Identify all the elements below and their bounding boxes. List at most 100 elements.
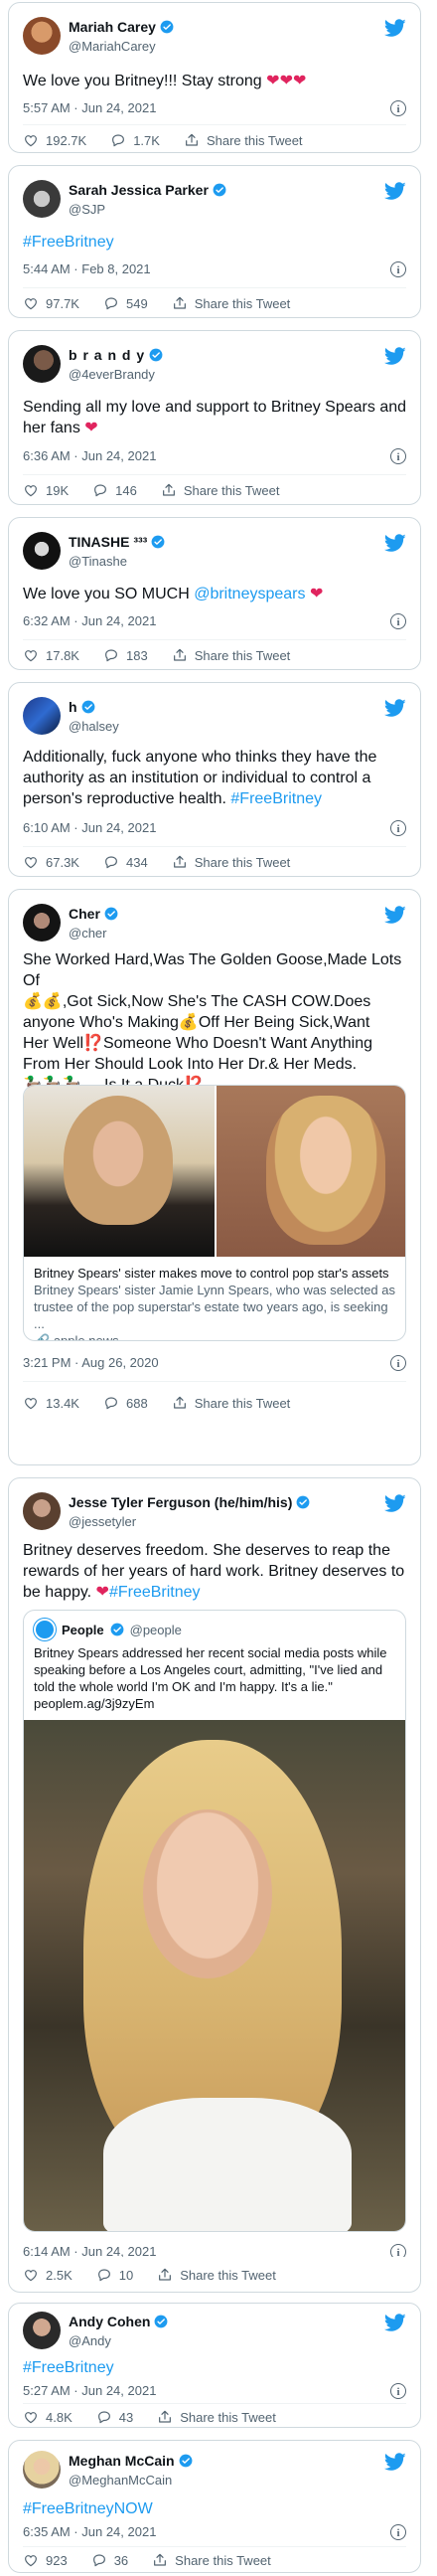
avatar[interactable] [23,532,61,570]
info-icon[interactable]: i [390,613,406,629]
author-handle[interactable]: @MeghanMcCain [69,2473,193,2488]
author-handle[interactable]: @Andy [69,2333,168,2348]
hashtag-link[interactable]: #FreeBritney [230,790,322,807]
twitter-bird-icon[interactable] [384,345,406,367]
author-name[interactable]: Jesse Tyler Ferguson (he/him/his) [69,1494,310,1510]
avatar[interactable] [23,345,61,383]
like-button[interactable]: 2.5K [23,2267,73,2283]
quoted-author-name[interactable]: People [62,1623,104,1637]
author-name[interactable]: Andy Cohen [69,2314,168,2329]
tweet-card[interactable]: Meghan McCain @MeghanMcCain #FreeBritney… [8,2440,421,2573]
info-icon[interactable]: i [390,261,406,277]
info-icon[interactable]: i [390,2383,406,2399]
reply-button[interactable]: 36 [91,2552,128,2568]
reply-button[interactable]: 434 [103,854,148,870]
link-preview-card[interactable]: Britney Spears' sister makes move to con… [23,1085,406,1341]
avatar[interactable] [23,1492,61,1530]
hashtag-link[interactable]: #FreeBritney [109,1584,201,1601]
tweet-card[interactable]: b r a n d y @4everBrandy Sending all my … [8,330,421,505]
author-name-text[interactable]: h [69,699,77,715]
author-name[interactable]: Cher [69,906,118,922]
info-icon[interactable]: i [390,448,406,464]
quoted-tweet[interactable]: People @people Britney Spears addressed … [23,1610,406,2232]
author-name-text[interactable]: Meghan McCain [69,2453,175,2469]
like-button[interactable]: 19K [23,482,69,498]
info-icon[interactable]: i [390,1355,406,1371]
mention-link[interactable]: @britneyspears [194,586,305,602]
timestamp[interactable]: 5:44 AM · Feb 8, 2021 [23,261,151,276]
share-button[interactable]: Share this Tweet [157,2267,276,2283]
like-button[interactable]: 13.4K [23,1395,79,1411]
avatar[interactable] [23,2451,61,2489]
reply-button[interactable]: 10 [96,2267,133,2283]
timestamp[interactable]: 6:32 AM · Jun 24, 2021 [23,613,156,628]
like-button[interactable]: 923 [23,2552,68,2568]
twitter-bird-icon[interactable] [384,17,406,39]
tweet-card[interactable]: Mariah Carey @MariahCarey We love you Br… [8,2,421,153]
avatar[interactable] [23,2312,61,2349]
quoted-author-handle[interactable]: @people [130,1623,182,1637]
tweet-card[interactable]: Andy Cohen @Andy #FreeBritney 5:27 AM · … [8,2303,421,2428]
info-icon[interactable]: i [390,2524,406,2540]
author-name[interactable]: Sarah Jessica Parker [69,182,226,198]
timestamp[interactable]: 5:57 AM · Jun 24, 2021 [23,100,156,115]
author-name-text[interactable]: Mariah Carey [69,19,156,35]
author-handle[interactable]: @Tinashe [69,554,165,569]
avatar[interactable] [23,17,61,55]
share-button[interactable]: Share this Tweet [172,1395,290,1411]
reply-button[interactable]: 183 [103,647,148,663]
author-handle[interactable]: @jessetyler [69,1514,310,1529]
author-handle[interactable]: @4everBrandy [69,367,163,382]
author-name-text[interactable]: Jesse Tyler Ferguson (he/him/his) [69,1494,292,1510]
author-name[interactable]: h [69,699,95,715]
avatar[interactable] [23,697,61,735]
info-icon[interactable]: i [390,100,406,116]
tweet-card[interactable]: h @halsey Additionally, fuck anyone who … [8,682,421,877]
timestamp[interactable]: 6:36 AM · Jun 24, 2021 [23,448,156,463]
reply-button[interactable]: 1.7K [110,132,160,148]
twitter-bird-icon[interactable] [384,904,406,926]
author-handle[interactable]: @cher [69,926,118,941]
author-name-text[interactable]: Andy Cohen [69,2314,150,2329]
timestamp[interactable]: 5:27 AM · Jun 24, 2021 [23,2383,156,2398]
author-name-text[interactable]: Cher [69,906,100,922]
author-name-text[interactable]: Sarah Jessica Parker [69,182,209,198]
hashtag-link[interactable]: #FreeBritney [23,2359,114,2376]
author-name-text[interactable]: TINASHE ³³³ [69,534,147,550]
reply-button[interactable]: 146 [92,482,137,498]
author-name[interactable]: TINASHE ³³³ [69,534,165,550]
share-button[interactable]: Share this Tweet [152,2552,271,2568]
author-name[interactable]: Meghan McCain [69,2453,193,2469]
timestamp[interactable]: 6:35 AM · Jun 24, 2021 [23,2524,156,2539]
twitter-bird-icon[interactable] [384,2451,406,2473]
twitter-bird-icon[interactable] [384,180,406,202]
hashtag-link[interactable]: #FreeBritney [23,234,114,251]
share-button[interactable]: Share this Tweet [172,854,290,870]
tweet-card[interactable]: Sarah Jessica Parker @SJP #FreeBritney 5… [8,165,421,318]
author-name-text[interactable]: b r a n d y [69,347,145,363]
timestamp[interactable]: 6:10 AM · Jun 24, 2021 [23,820,156,835]
share-button[interactable]: Share this Tweet [157,2409,276,2425]
share-button[interactable]: Share this Tweet [172,295,290,311]
author-handle[interactable]: @MariahCarey [69,39,174,54]
timestamp[interactable]: 3:21 PM · Aug 26, 2020 [23,1355,159,1370]
author-name[interactable]: b r a n d y [69,347,163,363]
author-handle[interactable]: @SJP [69,202,226,217]
tweet-card[interactable]: TINASHE ³³³ @Tinashe We love you SO MUCH… [8,517,421,670]
twitter-bird-icon[interactable] [384,532,406,554]
reply-button[interactable]: 549 [103,295,148,311]
like-button[interactable]: 67.3K [23,854,79,870]
reply-button[interactable]: 43 [96,2409,133,2425]
hashtag-link[interactable]: #FreeBritneyNOW [23,2500,153,2517]
avatar[interactable] [23,904,61,942]
share-button[interactable]: Share this Tweet [172,647,290,663]
tweet-card[interactable]: Cher @cher She Worked Hard,Was The Golde… [8,889,421,1465]
twitter-bird-icon[interactable] [384,697,406,719]
like-button[interactable]: 4.8K [23,2409,73,2425]
like-button[interactable]: 97.7K [23,295,79,311]
twitter-bird-icon[interactable] [384,2312,406,2333]
like-button[interactable]: 17.8K [23,647,79,663]
like-button[interactable]: 192.7K [23,132,86,148]
share-button[interactable]: Share this Tweet [161,482,279,498]
author-handle[interactable]: @halsey [69,719,119,734]
